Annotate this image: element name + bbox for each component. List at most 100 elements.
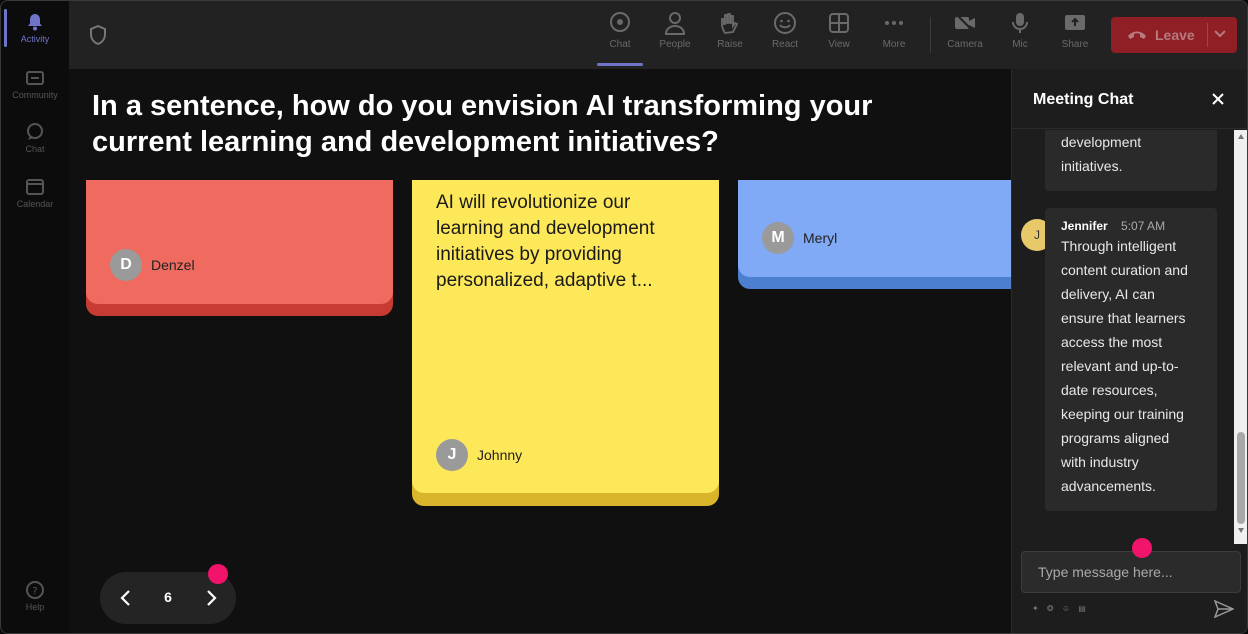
- message-line: access the most: [1061, 334, 1163, 350]
- message-line: delivery, AI can: [1061, 286, 1155, 302]
- response-card[interactable]: D Denzel: [86, 180, 393, 316]
- toolbar-camera-button[interactable]: Camera: [940, 11, 990, 50]
- page-number: 6: [164, 589, 172, 605]
- avatar: J: [436, 439, 468, 471]
- meeting-chat-panel: Meeting Chat development initiatives. J …: [1011, 69, 1247, 633]
- message-line: content curation and: [1061, 262, 1188, 278]
- scroll-thumb[interactable]: [1237, 432, 1245, 524]
- chat-scrollbar[interactable]: [1234, 130, 1247, 544]
- message-line: initiatives.: [1061, 158, 1123, 174]
- rail-item-help[interactable]: ? Help: [1, 581, 69, 612]
- highlight-dot: [1132, 538, 1152, 558]
- calendar-icon: [26, 179, 44, 195]
- rail-item-chat[interactable]: Chat: [1, 123, 69, 154]
- help-icon: ?: [26, 581, 44, 599]
- chat-icon: [610, 12, 630, 32]
- chevron-down-icon[interactable]: [1213, 29, 1227, 39]
- scroll-down-icon[interactable]: [1238, 528, 1244, 533]
- message-line: development: [1061, 134, 1142, 150]
- rail-item-label: Help: [25, 602, 45, 612]
- message-meta: Jennifer 5:07 AM: [1061, 218, 1217, 234]
- card-author: J Johnny: [436, 439, 522, 471]
- toolbar-chat-button[interactable]: Chat: [595, 11, 645, 50]
- leave-divider: [1207, 23, 1208, 47]
- question-title: In a sentence, how do you envision AI tr…: [92, 90, 873, 158]
- react-icon: [774, 12, 796, 34]
- chat-title: Meeting Chat: [1033, 91, 1134, 108]
- more-icon: [885, 21, 903, 25]
- toolbar-share-button[interactable]: Share: [1050, 11, 1100, 50]
- rail-item-label: Activity: [20, 34, 50, 44]
- toolbar-people-button[interactable]: People: [650, 11, 700, 50]
- close-icon[interactable]: [1211, 92, 1225, 106]
- chevron-right-icon[interactable]: [203, 589, 219, 607]
- chat-bubble-icon: [27, 123, 43, 140]
- active-tab-indicator: [597, 63, 643, 66]
- send-icon[interactable]: [1214, 600, 1234, 618]
- message-line: ensure that learners: [1061, 310, 1186, 326]
- svg-text:?: ?: [32, 586, 37, 597]
- message-author: Jennifer: [1061, 219, 1108, 233]
- left-rail: Activity Community Chat Calendar ? Help: [1, 1, 69, 633]
- toolbar-mic-button[interactable]: Mic: [995, 11, 1045, 50]
- toolbar-more-button[interactable]: More: [869, 11, 919, 50]
- chat-message: development initiatives.: [1045, 130, 1217, 191]
- rail-item-activity[interactable]: Activity: [1, 13, 69, 44]
- share-icon: [1065, 15, 1085, 30]
- rail-item-community[interactable]: Community: [1, 69, 69, 100]
- message-line: with industry: [1061, 454, 1139, 470]
- response-card[interactable]: AI will revolutionize our learning and d…: [412, 180, 719, 506]
- view-icon: [829, 13, 849, 33]
- card-author: M Meryl: [762, 222, 837, 254]
- toolbar-label: Camera: [947, 39, 983, 50]
- avatar: D: [110, 249, 142, 281]
- author-name: Meryl: [803, 230, 838, 246]
- toolbar-label: More: [882, 39, 906, 50]
- top-toolbar: Chat People Raise React View More Camera: [69, 1, 1247, 69]
- highlight-dot: [208, 564, 228, 584]
- toolbar-label: React: [771, 39, 799, 50]
- bell-icon: [28, 14, 42, 31]
- message-line: keeping our training: [1061, 406, 1184, 422]
- avatar: M: [762, 222, 794, 254]
- rail-item-calendar[interactable]: Calendar: [1, 178, 69, 209]
- leave-button[interactable]: Leave: [1111, 17, 1237, 53]
- message-line: date resources,: [1061, 382, 1158, 398]
- community-icon: [26, 71, 44, 85]
- toolbar-label: Mic: [1012, 39, 1028, 50]
- author-name: Johnny: [477, 447, 523, 463]
- card-author: D Denzel: [110, 249, 195, 281]
- toolbar-label: View: [828, 39, 850, 50]
- message-line: relevant and up-to-: [1061, 358, 1179, 374]
- chat-message-input[interactable]: Type message here...: [1021, 551, 1241, 593]
- toolbar-label: Chat: [609, 39, 631, 50]
- raise-hand-icon: [721, 13, 739, 34]
- card-face: [86, 180, 393, 304]
- scroll-up-icon[interactable]: [1238, 134, 1244, 139]
- toolbar-label: Raise: [717, 39, 743, 50]
- leave-label: Leave: [1155, 27, 1195, 43]
- shield-icon[interactable]: [89, 25, 107, 45]
- meeting-window: Activity Community Chat Calendar ? Help …: [0, 0, 1248, 634]
- hang-up-icon: [1128, 31, 1146, 39]
- toolbar-label: Share: [1061, 39, 1089, 50]
- card-text: AI will revolutionize our learning and d…: [436, 192, 655, 291]
- toolbar-raise-button[interactable]: Raise: [705, 11, 755, 50]
- chat-messages: development initiatives. J Jennifer 5:07…: [1012, 130, 1234, 544]
- toolbar-view-button[interactable]: View: [814, 11, 864, 50]
- message-line: programs aligned: [1061, 430, 1170, 446]
- chat-message: Jennifer 5:07 AM Through intelligent con…: [1045, 208, 1217, 511]
- message-time: 5:07 AM: [1121, 219, 1166, 233]
- author-name: Denzel: [151, 257, 195, 273]
- toolbar-label: People: [659, 39, 691, 50]
- chevron-left-icon[interactable]: [118, 589, 134, 607]
- toolbar-react-button[interactable]: React: [760, 11, 810, 50]
- message-line: advancements.: [1061, 478, 1156, 494]
- format-toolbar[interactable]: ✦ ❂ ☺ ▤: [1032, 604, 1089, 613]
- message-line: Through intelligent: [1061, 238, 1177, 254]
- response-card[interactable]: M Meryl: [738, 180, 1011, 289]
- rail-item-label: Calendar: [16, 199, 54, 209]
- mic-icon: [1012, 13, 1028, 33]
- rail-item-label: Community: [12, 90, 58, 100]
- main-board: In a sentence, how do you envision AI tr…: [69, 69, 1011, 633]
